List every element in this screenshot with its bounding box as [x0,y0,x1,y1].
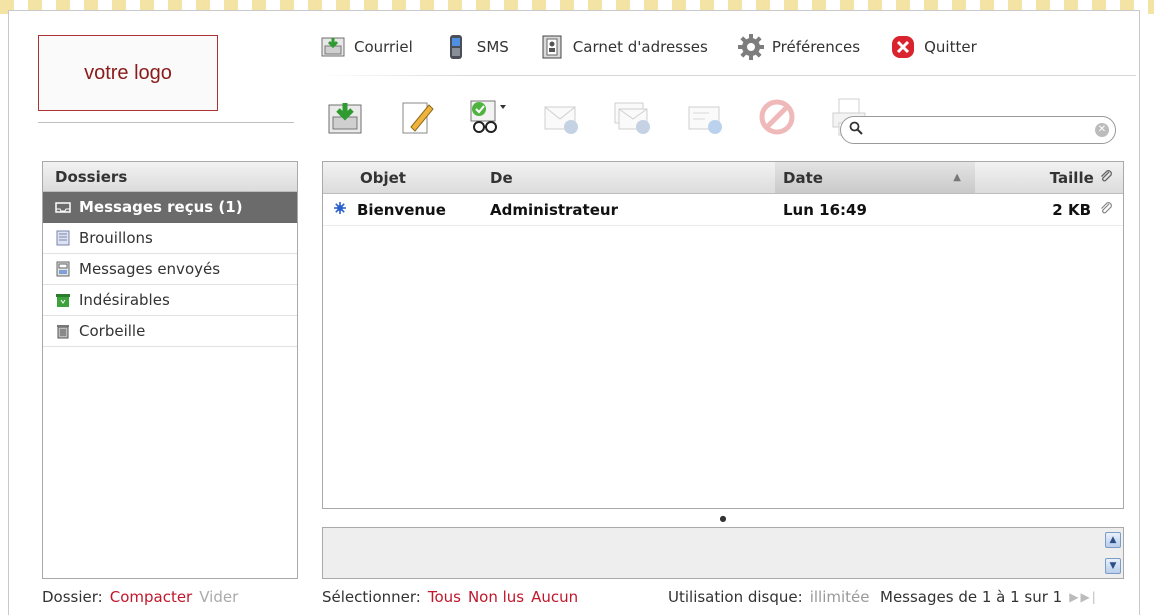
scroll-down-icon[interactable]: ▼ [1105,558,1121,574]
next-page-icon[interactable]: ▶▶| [1069,590,1098,604]
reply-all-icon [613,97,653,141]
logo: votre logo [38,35,218,111]
message-subject: Bienvenue [357,200,446,219]
task-label: Quitter [924,38,977,56]
message-toolbar [322,96,898,142]
logo-divider [38,122,294,123]
sort-ascending-icon: ▲ [953,172,961,183]
close-icon [890,34,916,60]
select-label: Sélectionner: [322,588,421,606]
unread-icon [333,201,347,219]
column-size[interactable]: Taille [975,169,1123,187]
pager-text: Messages de 1 à 1 sur 1 [880,588,1063,606]
folder-trash[interactable]: Corbeille [43,316,297,347]
folder-label: Corbeille [79,322,146,340]
task-quitter[interactable]: Quitter [890,34,977,60]
delete-icon [757,97,797,141]
task-carnet-adresses[interactable]: Carnet d'adresses [539,34,708,60]
reply-all-button[interactable] [610,98,656,140]
logo-text: votre logo [84,61,172,84]
read-mark-icon [467,97,511,141]
message-date: Lun 16:49 [783,200,867,219]
message-size-cell: 2 KB [975,201,1123,219]
drafts-icon [55,230,71,246]
select-actions: Sélectionner: Tous Non lus Aucun [322,586,578,608]
folder-inbox[interactable]: Messages reçus (1) [43,192,297,223]
task-label: Courriel [354,38,413,56]
mail-inbox-icon [320,34,346,60]
search-icon[interactable] [849,121,863,139]
table-row[interactable]: Bienvenue Administrateur Lun 16:49 2 KB [323,194,1123,226]
pager: Messages de 1 à 1 sur 1 ▶▶| [880,586,1098,608]
reply-icon [541,97,581,141]
phone-icon [443,34,469,60]
folder-list: Dossiers Messages reçus (1) Brouillons M… [42,161,298,579]
attachment-icon [1099,201,1113,219]
column-date[interactable]: Date ▲ [775,162,975,193]
compose-button[interactable] [394,98,440,140]
column-size-label: Taille [1049,168,1094,187]
quota-value: illimitée [809,588,870,606]
folder-label: Messages reçus (1) [79,198,243,216]
taskbar: Courriel SMS Carnet d'adresses Préférenc… [320,30,977,64]
task-label: Carnet d'adresses [572,38,708,56]
folder-drafts[interactable]: Brouillons [43,223,297,254]
task-label: Préférences [771,38,861,56]
task-sms[interactable]: SMS [443,34,509,60]
pencil-icon [397,97,437,141]
header-divider [318,75,1136,76]
scroll-up-icon[interactable]: ▲ [1105,532,1121,548]
mark-button[interactable] [466,98,512,140]
column-subject[interactable]: Objet [323,169,453,187]
junk-icon [55,292,71,308]
column-from[interactable]: De [453,169,775,187]
task-preferences[interactable]: Préférences [737,34,861,60]
clear-search-icon[interactable]: ✕ [1095,123,1109,137]
search-box: ✕ [840,116,1116,144]
message-from: Administrateur [490,200,618,219]
sent-icon [55,261,71,277]
folder-actions-label: Dossier: [42,588,103,606]
column-date-label: Date [783,168,823,187]
message-size: 2 KB [1052,200,1091,219]
gear-icon [737,34,764,60]
folder-list-header: Dossiers [43,162,297,192]
attachment-icon [1099,169,1113,187]
search-input[interactable] [867,119,1095,141]
select-all-link[interactable]: Tous [428,588,461,606]
folder-actions: Dossier: Compacter Vider [42,586,238,608]
folder-label: Indésirables [79,291,170,309]
message-list: Objet De Date ▲ Taille Bienvenue Adminis… [322,161,1124,509]
folder-label: Messages envoyés [79,260,221,278]
task-label: SMS [476,38,509,56]
empty-link[interactable]: Vider [199,588,238,606]
quota-display: Utilisation disque: illimitée [668,586,869,608]
message-list-header: Objet De Date ▲ Taille [323,162,1123,194]
task-courriel[interactable]: Courriel [320,34,413,60]
delete-button[interactable] [754,98,800,140]
inbox-icon [55,199,71,215]
select-unread-link[interactable]: Non lus [468,588,524,606]
reply-button[interactable] [538,98,584,140]
folder-label: Brouillons [79,229,153,247]
folder-sent[interactable]: Messages envoyés [43,254,297,285]
receive-mail-icon [325,97,365,141]
compact-link[interactable]: Compacter [110,588,193,606]
forward-icon [685,97,725,141]
address-book-icon [539,34,565,60]
check-mail-button[interactable] [322,98,368,140]
folder-junk[interactable]: Indésirables [43,285,297,316]
forward-button[interactable] [682,98,728,140]
preview-splitter-handle[interactable]: ● [322,509,1124,527]
preview-pane: ▲ ▼ [322,527,1124,579]
trash-icon [55,323,71,339]
quota-label: Utilisation disque: [668,588,803,606]
message-subject-cell: Bienvenue [323,201,453,219]
select-none-link[interactable]: Aucun [531,588,578,606]
